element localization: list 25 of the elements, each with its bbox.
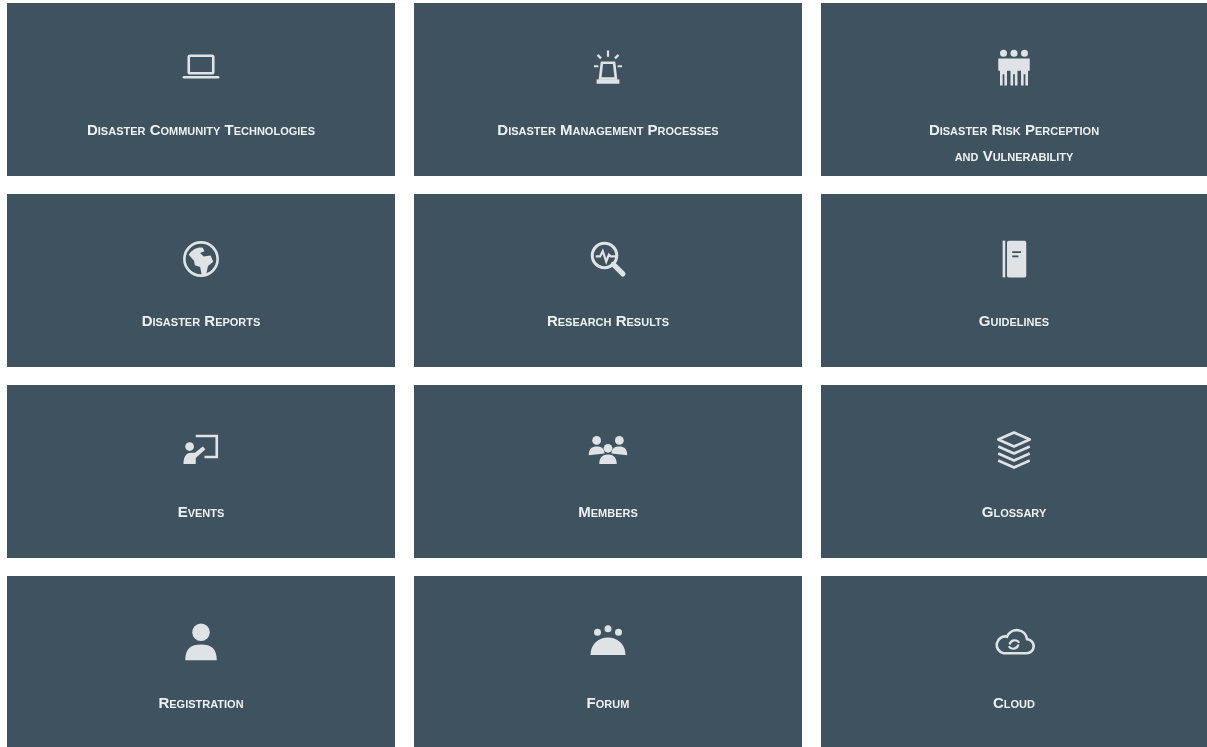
globe-icon	[180, 238, 222, 280]
category-tile[interactable]: Disaster Management Processes	[414, 3, 802, 176]
tile-label: Registration	[158, 693, 244, 713]
category-tile[interactable]: Registration	[7, 576, 395, 747]
category-tile[interactable]: Guidelines	[821, 194, 1207, 367]
tile-label: Disaster Management Processes	[497, 120, 719, 140]
tile-label: Cloud	[993, 693, 1035, 713]
tile-label: Disaster Community Technologies	[87, 120, 315, 140]
category-tile[interactable]: Events	[7, 385, 395, 558]
tile-label: Guidelines	[978, 311, 1050, 331]
category-tile[interactable]: Members	[414, 385, 802, 558]
category-tile[interactable]: Disaster Reports	[7, 194, 395, 367]
tile-label: Glossary	[981, 502, 1047, 522]
tile-label: Research Results	[546, 311, 670, 331]
category-tile[interactable]: Glossary	[821, 385, 1207, 558]
category-tile[interactable]: Forum	[414, 576, 802, 747]
category-tile[interactable]: Research Results	[414, 194, 802, 367]
tile-label: Forum	[586, 693, 630, 713]
tile-label: Disaster Risk Perception and Vulnerability	[928, 120, 1100, 166]
tile-label: Members	[578, 502, 638, 522]
category-tile[interactable]: Disaster Risk Perception and Vulnerability	[821, 3, 1207, 176]
tile-label: Disaster Reports	[141, 311, 261, 331]
tile-label: Events	[177, 502, 225, 522]
category-tile[interactable]: Cloud	[821, 576, 1207, 747]
category-tile[interactable]: Disaster Community Technologies	[7, 3, 395, 176]
